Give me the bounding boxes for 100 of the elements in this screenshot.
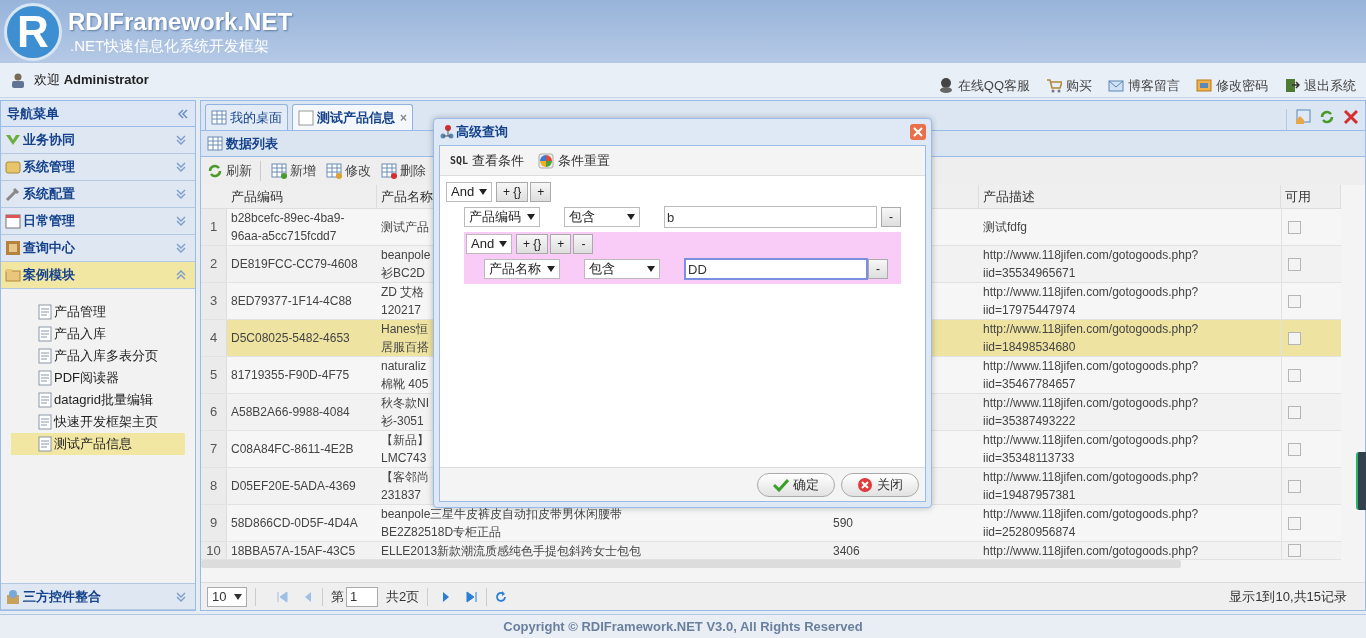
checkbox[interactable] <box>1288 220 1301 234</box>
toolbar-button[interactable]: 条件重置 <box>538 150 611 171</box>
close-button[interactable]: 关闭 <box>841 472 919 497</box>
row-number: 6 <box>209 403 218 422</box>
checkbox[interactable] <box>1288 294 1301 308</box>
checkbox[interactable] <box>1288 516 1301 530</box>
page-total: 共2页 <box>386 587 420 606</box>
header-link[interactable]: 在线QQ客服 <box>937 75 1030 95</box>
header-link[interactable]: 购买 <box>1046 75 1092 95</box>
column-header[interactable]: 可用 <box>1285 186 1311 207</box>
small-button[interactable]: - <box>881 207 901 227</box>
sidebar-section[interactable]: 业务协同 <box>1 127 195 154</box>
checkbox[interactable] <box>1288 544 1301 557</box>
chevron-down-icon <box>175 590 187 603</box>
add-row-icon <box>271 163 287 179</box>
header-link[interactable]: 修改密码 <box>1196 75 1268 95</box>
dropdown[interactable]: 包含 <box>564 207 640 227</box>
sidebar-section[interactable]: 系统配置 <box>1 181 195 208</box>
toolbar-button[interactable]: 修改 <box>326 161 371 181</box>
caret-icon <box>479 189 487 195</box>
checkbox[interactable] <box>1288 442 1301 456</box>
dropdown[interactable]: 产品编码 <box>464 207 540 227</box>
row-number: 4 <box>209 329 218 348</box>
refresh-icon <box>207 163 223 179</box>
checkbox[interactable] <box>1288 331 1301 345</box>
checkbox[interactable] <box>1288 257 1301 271</box>
small-button[interactable]: - <box>573 234 594 254</box>
small-button[interactable]: + {} <box>496 182 529 202</box>
refresh-icon <box>1319 109 1335 125</box>
door-icon <box>1284 77 1300 94</box>
tab[interactable]: 我的桌面 <box>205 104 288 130</box>
sidebar-item[interactable]: 快速开发框架主页 <box>11 411 185 433</box>
small-button[interactable]: + <box>550 234 572 254</box>
sidebar-item[interactable]: 产品管理 <box>11 301 185 323</box>
network-icon <box>439 124 455 140</box>
input-field[interactable]: b <box>664 206 877 228</box>
toolbar-button[interactable]: 删除 <box>381 161 426 181</box>
caret-icon <box>547 266 555 272</box>
tab[interactable]: 测试产品信息 × <box>292 104 413 130</box>
copyright-text: Copyright © RDIFramework.NET V3.0, All Rights Reserved <box>503 617 863 636</box>
checkbox[interactable] <box>1288 405 1301 419</box>
close-icon <box>857 476 873 493</box>
close-button[interactable] <box>910 124 926 140</box>
sidebar-item[interactable]: PDF阅读器 <box>11 367 185 389</box>
row-number: 7 <box>209 440 218 459</box>
checkbox[interactable] <box>1288 479 1301 493</box>
page-icon <box>37 326 53 342</box>
close-icon <box>913 127 923 137</box>
small-button[interactable]: - <box>868 259 888 279</box>
table-row[interactable]: 10 18BBA57A-15AF-43C5 ELLE2013新款潮流质感纯色手提包斜跨女士包包 3406 http://www.118jifen.com/gotogoods.php? <box>201 542 1341 560</box>
column-header[interactable]: 产品名称 <box>381 186 433 207</box>
page-size-dropdown[interactable]: 10 <box>207 586 247 607</box>
caret-icon <box>627 214 635 220</box>
horizontal-scrollbar[interactable] <box>201 560 1181 568</box>
small-button[interactable]: + <box>530 182 552 202</box>
cart-icon <box>1046 77 1062 94</box>
chevron-down-icon <box>175 161 187 173</box>
input-field[interactable]: DD <box>684 258 868 280</box>
person-icon <box>937 77 954 94</box>
table-cell-text: D05EF20E-5ADA-4369 <box>231 478 356 495</box>
toolbar-button[interactable]: 新增 <box>271 161 316 181</box>
table-cell-text: 8ED79377-1F14-4C88 <box>231 293 352 310</box>
dropdown[interactable]: And <box>466 234 512 254</box>
table-cell-text: 590 <box>833 515 854 532</box>
sidebar-item[interactable]: datagrid批量编辑 <box>11 389 185 411</box>
sidebar-item[interactable]: 测试产品信息 <box>11 433 185 455</box>
row-number: 10 <box>206 541 221 560</box>
sidebar-section[interactable]: 案例模块 <box>1 262 195 289</box>
toolbar-button[interactable]: 刷新 <box>207 161 261 181</box>
side-handle[interactable] <box>1356 452 1366 510</box>
column-header[interactable]: 产品编码 <box>231 186 283 207</box>
sidebar-item[interactable]: 产品入库 <box>11 323 185 345</box>
dropdown[interactable]: And <box>446 182 492 202</box>
ok-button[interactable]: 确定 <box>757 472 835 497</box>
dropdown[interactable]: 包含 <box>584 259 660 279</box>
sidebar-item[interactable]: 产品入库多表分页 <box>11 345 185 367</box>
column-header[interactable]: 产品描述 <box>983 186 1035 207</box>
toolbar-button[interactable]: SQL 查看条件 <box>450 150 525 171</box>
table-cell-text: ELLE2013新款潮流质感纯色手提包斜跨女士包包 <box>381 542 642 560</box>
sidebar-section[interactable]: 系统管理 <box>1 154 195 181</box>
folder-icon <box>5 159 21 175</box>
sidebar-section[interactable]: 查询中心 <box>1 235 195 262</box>
delete-row-icon <box>381 163 397 179</box>
checkbox[interactable] <box>1288 368 1301 382</box>
panel-title: 数据列表 <box>226 134 278 153</box>
sidebar-section[interactable]: 日常管理 <box>1 208 195 235</box>
table-cell-text: D5C08025-5482-4653 <box>231 330 350 347</box>
first-page-icon <box>276 590 288 603</box>
page-icon <box>37 414 53 430</box>
small-button[interactable]: + {} <box>516 234 549 254</box>
sidebar-section[interactable]: 三方控件整合 <box>1 583 195 610</box>
dropdown[interactable]: 产品名称 <box>484 259 560 279</box>
last-page-icon <box>466 590 479 603</box>
app-subtitle: .NET快速信息化系统开发框架 <box>70 35 271 56</box>
table-cell-text: http://www.118jifen.com/gotogoods.php? <box>983 542 1199 560</box>
welcome-text: 欢迎 Administrator <box>34 71 149 90</box>
header-link[interactable]: 退出系统 <box>1284 75 1356 95</box>
page-input[interactable]: 1 <box>346 586 378 607</box>
header-link[interactable]: 博客留言 <box>1108 75 1180 95</box>
caret-icon <box>527 214 535 220</box>
